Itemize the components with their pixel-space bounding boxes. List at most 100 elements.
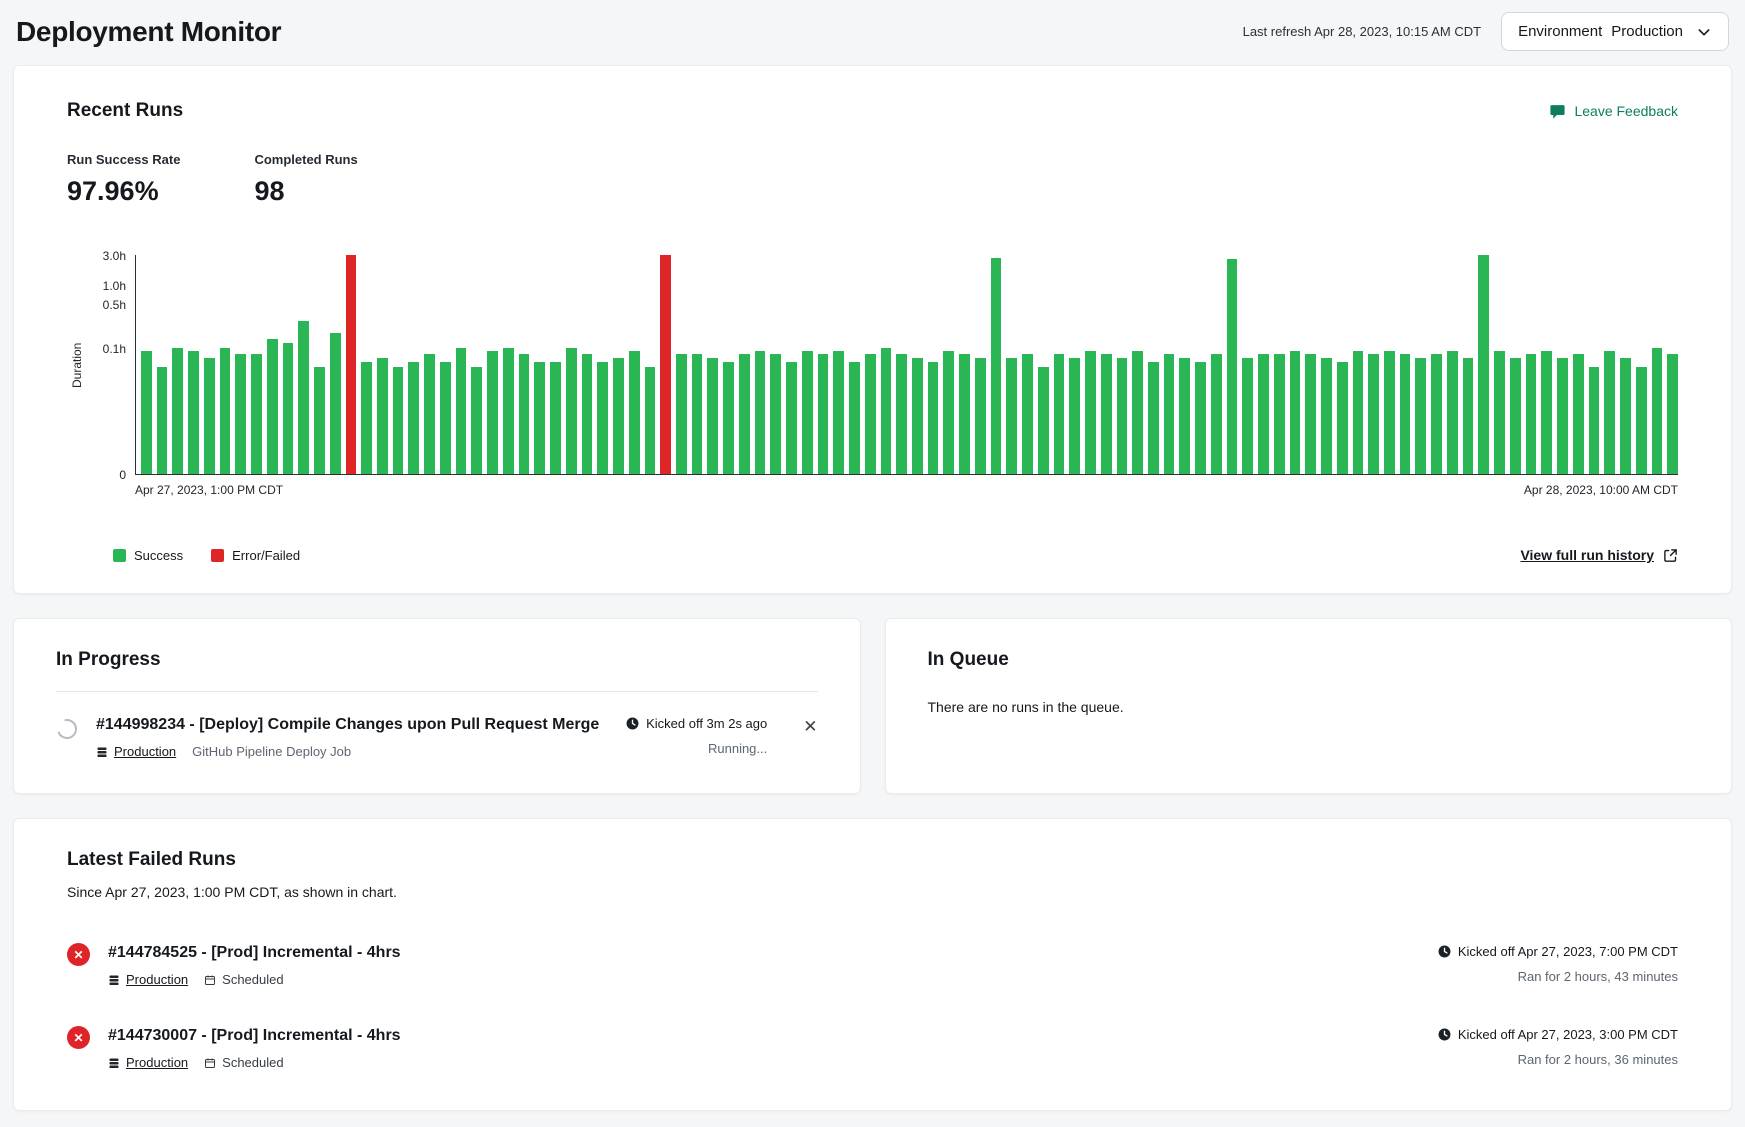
chart-bar-success[interactable] <box>487 351 498 474</box>
chart-bar-success[interactable] <box>1526 354 1537 474</box>
chart-bar-success[interactable] <box>1022 354 1033 474</box>
chart-bar-success[interactable] <box>220 348 231 474</box>
chart-bar-success[interactable] <box>1337 362 1348 474</box>
chart-bar-success[interactable] <box>1620 358 1631 474</box>
chart-bar-success[interactable] <box>1541 351 1552 474</box>
chart-bar-success[interactable] <box>1604 351 1615 474</box>
chart-bar-success[interactable] <box>991 258 1002 474</box>
chart-bar-success[interactable] <box>1557 358 1568 474</box>
chart-bar-success[interactable] <box>1179 358 1190 474</box>
environment-dropdown[interactable]: Environment Production <box>1501 12 1729 51</box>
chart-bar-success[interactable] <box>251 354 262 474</box>
chart-bar-success[interactable] <box>1353 351 1364 474</box>
chart-bar-success[interactable] <box>1510 358 1521 474</box>
leave-feedback-link[interactable]: Leave Feedback <box>1549 103 1678 120</box>
chart-bar-success[interactable] <box>408 362 419 474</box>
chart-bar-success[interactable] <box>1258 354 1269 474</box>
chart-bar-success[interactable] <box>157 367 168 474</box>
chart-bar-error[interactable] <box>346 255 357 474</box>
chart-bar-success[interactable] <box>582 354 593 474</box>
chart-bar-success[interactable] <box>1117 358 1128 474</box>
chart-bar-success[interactable] <box>723 362 734 474</box>
chart-bar-success[interactable] <box>1227 259 1238 474</box>
chart-bar-success[interactable] <box>172 348 183 474</box>
chart-bar-success[interactable] <box>818 354 829 474</box>
chart-bar-success[interactable] <box>550 362 561 474</box>
chart-bar-success[interactable] <box>1447 351 1458 474</box>
chart-bar-success[interactable] <box>1384 351 1395 474</box>
chart-bar-success[interactable] <box>471 367 482 474</box>
chart-bar-success[interactable] <box>267 339 278 474</box>
chart-bar-success[interactable] <box>975 358 986 474</box>
chart-bar-success[interactable] <box>424 354 435 474</box>
chart-bar-success[interactable] <box>314 367 325 474</box>
chart-bar-success[interactable] <box>1101 354 1112 474</box>
chart-bar-success[interactable] <box>204 358 215 474</box>
chart-bar-success[interactable] <box>912 358 923 474</box>
chart-bar-success[interactable] <box>896 354 907 474</box>
chart-bar-error[interactable] <box>660 255 671 474</box>
chart-bar-success[interactable] <box>770 354 781 474</box>
chart-bar-success[interactable] <box>1431 354 1442 474</box>
environment-tag-link[interactable]: Production <box>108 1055 188 1070</box>
chart-bar-success[interactable] <box>645 367 656 474</box>
chart-bar-success[interactable] <box>1478 255 1489 474</box>
chart-bar-success[interactable] <box>235 354 246 474</box>
environment-tag-link[interactable]: Production <box>108 972 188 987</box>
close-icon[interactable]: ✕ <box>803 718 817 735</box>
chart-bar-success[interactable] <box>849 362 860 474</box>
chart-bar-success[interactable] <box>188 351 199 474</box>
chart-bar-success[interactable] <box>943 351 954 474</box>
chart-bar-success[interactable] <box>1305 354 1316 474</box>
chart-bar-success[interactable] <box>739 354 750 474</box>
chart-bar-success[interactable] <box>1652 348 1663 474</box>
chart-bar-success[interactable] <box>1211 354 1222 474</box>
chart-bar-success[interactable] <box>1463 358 1474 474</box>
chart-bar-success[interactable] <box>1368 354 1379 474</box>
chart-bar-success[interactable] <box>519 354 530 474</box>
chart-bar-success[interactable] <box>298 321 309 474</box>
environment-tag-link[interactable]: Production <box>96 744 176 759</box>
chart-bar-success[interactable] <box>1148 362 1159 474</box>
chart-bar-success[interactable] <box>1573 354 1584 474</box>
chart-bar-success[interactable] <box>786 362 797 474</box>
chart-bar-success[interactable] <box>676 354 687 474</box>
chart-bar-success[interactable] <box>1069 358 1080 474</box>
chart-bar-success[interactable] <box>833 351 844 474</box>
chart-bar-success[interactable] <box>629 351 640 474</box>
chart-bar-success[interactable] <box>566 348 577 474</box>
chart-bar-success[interactable] <box>330 333 341 474</box>
chart-bar-success[interactable] <box>802 351 813 474</box>
chart-bar-success[interactable] <box>440 362 451 474</box>
chart-bar-success[interactable] <box>1290 351 1301 474</box>
chart-bar-success[interactable] <box>393 367 404 474</box>
chart-bar-success[interactable] <box>1636 367 1647 474</box>
chart-bar-success[interactable] <box>1321 358 1332 474</box>
chart-bar-success[interactable] <box>283 343 294 474</box>
chart-bar-success[interactable] <box>1274 354 1285 474</box>
chart-bar-success[interactable] <box>1164 354 1175 474</box>
chart-bar-success[interactable] <box>503 348 514 474</box>
chart-bar-success[interactable] <box>928 362 939 474</box>
chart-bar-success[interactable] <box>865 354 876 474</box>
chart-bar-success[interactable] <box>1494 351 1505 474</box>
chart-bar-success[interactable] <box>1085 351 1096 474</box>
chart-bar-success[interactable] <box>361 362 372 474</box>
chart-bar-success[interactable] <box>1006 358 1017 474</box>
chart-bar-success[interactable] <box>755 351 766 474</box>
chart-bar-success[interactable] <box>692 354 703 474</box>
chart-bar-success[interactable] <box>534 362 545 474</box>
chart-bar-success[interactable] <box>613 358 624 474</box>
chart-bar-success[interactable] <box>1400 354 1411 474</box>
view-run-history-link[interactable]: View full run history <box>1520 547 1678 563</box>
chart-bar-success[interactable] <box>141 351 152 474</box>
chart-bar-success[interactable] <box>1589 367 1600 474</box>
chart-bar-success[interactable] <box>1667 354 1678 474</box>
chart-bar-success[interactable] <box>1038 367 1049 474</box>
chart-bar-success[interactable] <box>377 358 388 474</box>
chart-bar-success[interactable] <box>1054 354 1065 474</box>
chart-bar-success[interactable] <box>707 358 718 474</box>
chart-bar-success[interactable] <box>456 348 467 474</box>
chart-bar-success[interactable] <box>597 362 608 474</box>
chart-bar-success[interactable] <box>881 348 892 474</box>
